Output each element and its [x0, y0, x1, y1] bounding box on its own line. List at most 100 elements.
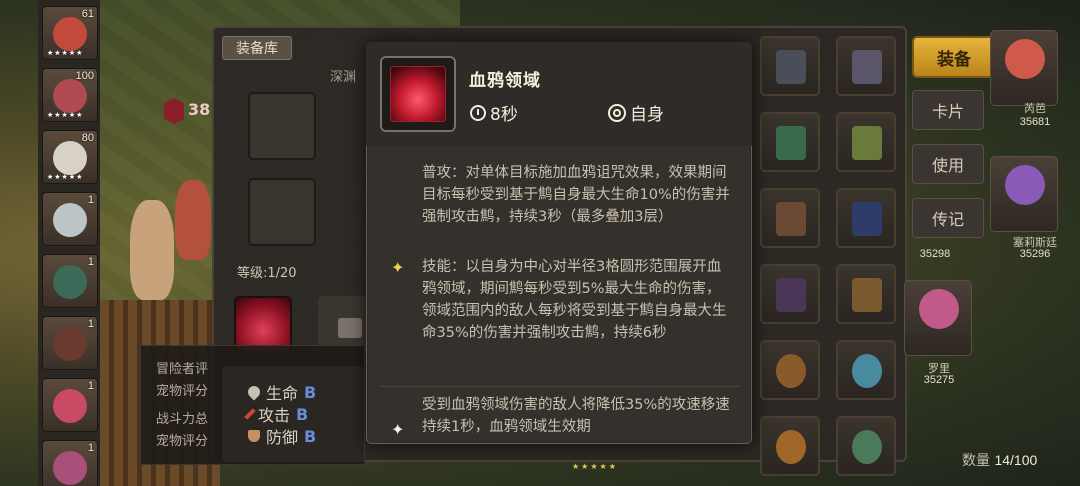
item-cell[interactable]: [760, 112, 820, 172]
heart-icon: [245, 383, 263, 401]
hero-portrait: [53, 79, 87, 113]
hero-card[interactable]: [904, 280, 972, 356]
staff-icon: [852, 126, 882, 160]
count-value: 14/100: [994, 452, 1038, 468]
hero-portrait: [53, 17, 87, 51]
sparkle-icon: ✦: [391, 420, 405, 439]
divider: [380, 386, 740, 387]
pet-level: 38: [188, 100, 211, 119]
hero-level: 61: [81, 8, 94, 20]
info-line: 宠物评分: [156, 384, 209, 399]
star-rating: ★★★★★: [47, 111, 84, 119]
info-line: 战斗力总: [156, 412, 209, 427]
staff-icon: [776, 126, 806, 160]
stat-grade: B: [304, 426, 317, 446]
hero-level: 1: [87, 256, 94, 268]
item-cell[interactable]: [760, 264, 820, 324]
target-value: 自身: [630, 105, 664, 125]
hero-card[interactable]: [990, 30, 1058, 106]
count-label-text: 数量: [962, 453, 990, 469]
hero-slot[interactable]: 100 ★★★★★: [42, 68, 98, 122]
hero-power: 35681: [1019, 116, 1051, 128]
hero-slot[interactable]: 1: [42, 316, 98, 370]
ring-icon: [852, 430, 882, 464]
hero-slot[interactable]: 1: [42, 378, 98, 432]
hero-power: 35275: [923, 374, 955, 386]
stat-hp: 生命 B: [245, 380, 317, 404]
armor-icon: [776, 202, 806, 236]
item-cell[interactable]: [836, 36, 896, 96]
lock-icon: [338, 318, 362, 338]
star-rating: ★★★★★: [47, 173, 84, 181]
item-cell[interactable]: [760, 416, 820, 476]
shield-icon: [248, 430, 260, 442]
item-cell[interactable]: [760, 36, 820, 96]
cooldown-value: 8秒: [490, 105, 518, 125]
hero-slot[interactable]: 1: [42, 254, 98, 308]
use-button[interactable]: 使用: [912, 144, 984, 184]
hero-slot[interactable]: 80 ★★★★★: [42, 130, 98, 184]
robe-icon: [852, 278, 882, 312]
stat-name: 防御: [266, 428, 299, 447]
hero-portrait: [53, 451, 87, 485]
hero-portrait: [1005, 165, 1045, 205]
hero-power: 35298: [919, 248, 951, 260]
stat-attack: 攻击 B: [244, 402, 309, 426]
item-cell[interactable]: [836, 340, 896, 400]
abyss-label: 深渊: [330, 70, 357, 85]
stat-defense: 防御 B: [248, 424, 316, 448]
card-button[interactable]: 卡片: [912, 90, 984, 130]
hero-slot[interactable]: 1: [42, 440, 98, 486]
target-icon: [608, 103, 626, 122]
clock-icon: [470, 104, 486, 121]
skill-text: 技能：以自身为中心对半径3格圆形范围展开血鸦领域，期间鹪每秒受到5%最大生命的伤…: [422, 259, 727, 341]
mace-icon: [776, 50, 806, 84]
blood-crow-skill-icon: [390, 66, 446, 122]
hero-slot[interactable]: 1: [42, 192, 98, 246]
stat-grade: B: [296, 404, 309, 424]
item-cell[interactable]: [836, 416, 896, 476]
weapon-slot[interactable]: [248, 92, 316, 160]
skill-level: 等级:1/20: [237, 266, 297, 281]
info-line: 冒险者评: [156, 362, 209, 377]
hero-level: 1: [87, 380, 94, 392]
item-cell[interactable]: [760, 340, 820, 400]
hero-portrait: [53, 327, 87, 361]
stat-name: 攻击: [258, 406, 291, 425]
ring-icon: [776, 430, 806, 464]
normal-attack-text: 普攻：对单体目标施加血鸦诅咒效果，效果期间目标每秒受到基于鹪自身最大生命10%的…: [422, 165, 730, 225]
level-badge-icon: [164, 98, 184, 124]
hero-name: 芮芭: [1024, 102, 1046, 115]
item-cell[interactable]: [760, 188, 820, 248]
pet-slot[interactable]: [248, 178, 316, 246]
robe-icon: [776, 278, 806, 312]
stat-grade: B: [304, 382, 317, 402]
item-cell[interactable]: [836, 188, 896, 248]
item-cell[interactable]: [836, 264, 896, 324]
hero-portrait: [53, 265, 87, 299]
stat-name: 生命: [266, 384, 299, 403]
hero-list: 61 ★★★★★ 100 ★★★★★ 80 ★★★★★ 1 1 1 1 1: [38, 0, 100, 486]
star-rating: ★★★★★: [47, 49, 84, 57]
passive-text: 受到血鸦领域伤害的敌人将降低35%的攻速移速持续1秒，血鸦领域生效期: [422, 397, 730, 435]
hero-level: 1: [87, 442, 94, 454]
hero-power: 35296: [1019, 248, 1051, 260]
sparkle-icon: ✦: [391, 258, 405, 277]
equip-button[interactable]: 装备: [912, 36, 996, 78]
hero-card[interactable]: [990, 156, 1058, 232]
armor-icon: [852, 202, 882, 236]
hero-level: 80: [81, 132, 94, 144]
skill-name: 血鸦领域: [469, 71, 541, 91]
hero-slot[interactable]: 61 ★★★★★: [42, 6, 98, 60]
star-rating: ★★★★★: [572, 462, 618, 471]
ring-icon: [852, 354, 882, 388]
hero-portrait: [53, 389, 87, 423]
tab-equipment-library[interactable]: 装备库: [222, 36, 292, 60]
scene-character: [130, 200, 174, 300]
biography-button[interactable]: 传记: [912, 198, 984, 238]
item-cell[interactable]: [836, 112, 896, 172]
info-line: 宠物评分: [156, 434, 209, 449]
hero-portrait: [53, 203, 87, 237]
skill-cooldown: 8秒: [470, 100, 518, 125]
hero-portrait: [1005, 39, 1045, 79]
